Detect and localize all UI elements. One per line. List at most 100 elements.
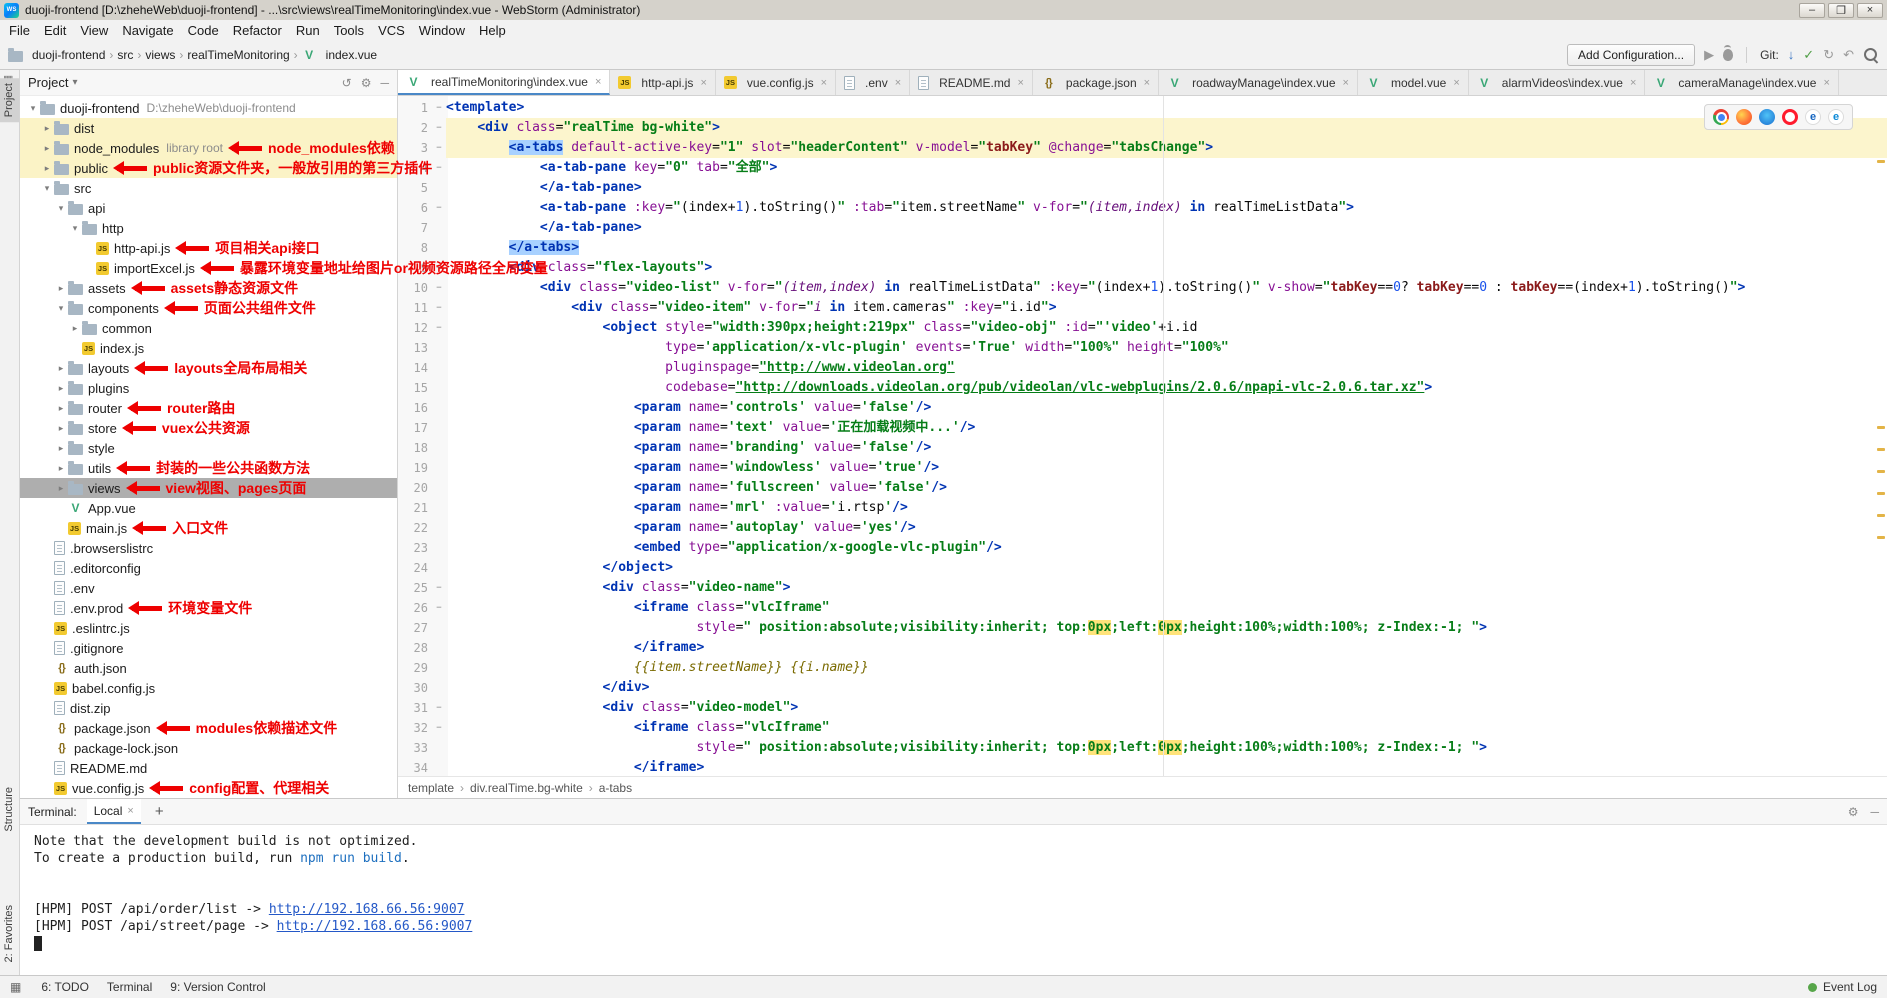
- fold-marker-icon[interactable]: −: [432, 318, 446, 338]
- code-line-13[interactable]: 13 type='application/x-vlc-plugin' event…: [398, 338, 1887, 358]
- close-icon[interactable]: ×: [895, 77, 901, 89]
- maximize-button[interactable]: ❐: [1828, 3, 1854, 18]
- menu-edit[interactable]: Edit: [37, 22, 73, 39]
- chevron-right-icon[interactable]: ▸: [54, 383, 68, 394]
- close-icon[interactable]: ×: [1453, 77, 1459, 89]
- tree-row-store[interactable]: ▸storevuex公共资源: [20, 418, 397, 438]
- tree-row-auth.json[interactable]: {}auth.json: [20, 658, 397, 678]
- chevron-right-icon[interactable]: ▸: [68, 323, 82, 334]
- close-icon[interactable]: ×: [821, 77, 827, 89]
- code-line-2[interactable]: 2− <div class="realTime bg-white">: [398, 118, 1887, 138]
- terminal-link[interactable]: http://192.168.66.56:9007: [277, 919, 473, 934]
- code-line-6[interactable]: 6− <a-tab-pane :key="(index+1).toString(…: [398, 198, 1887, 218]
- chevron-down-icon[interactable]: ▾: [68, 223, 82, 234]
- menu-view[interactable]: View: [73, 22, 115, 39]
- code-line-15[interactable]: 15 codebase="http://downloads.videolan.o…: [398, 378, 1887, 398]
- breadcrumb-item-duoji-frontend[interactable]: duoji-frontend: [8, 48, 105, 62]
- menu-navigate[interactable]: Navigate: [115, 22, 180, 39]
- tree-row-views[interactable]: ▸viewsview视图、pages页面: [20, 478, 397, 498]
- debug-icon[interactable]: [1723, 49, 1733, 61]
- menu-code[interactable]: Code: [181, 22, 226, 39]
- code-line-18[interactable]: 18 <param name='branding' value='false'/…: [398, 438, 1887, 458]
- search-icon[interactable]: [1863, 47, 1879, 63]
- code-line-23[interactable]: 23 <embed type="application/x-google-vlc…: [398, 538, 1887, 558]
- chevron-right-icon[interactable]: ▸: [40, 163, 54, 174]
- code-line-10[interactable]: 10− <div class="video-list" v-for="(item…: [398, 278, 1887, 298]
- editor-tab-alarmVideos-index.vue[interactable]: ValarmVideos\index.vue×: [1469, 70, 1646, 95]
- close-icon[interactable]: ×: [1823, 77, 1829, 89]
- fold-marker-icon[interactable]: −: [432, 298, 446, 318]
- tool-window-button-Project[interactable]: Project: [0, 78, 19, 122]
- tree-row-index.js[interactable]: JSindex.js: [20, 338, 397, 358]
- tree-row-main.js[interactable]: JSmain.js入口文件: [20, 518, 397, 538]
- close-icon[interactable]: ×: [700, 77, 706, 89]
- editor-tab-http-api.js[interactable]: JShttp-api.js×: [610, 70, 715, 95]
- chevron-right-icon[interactable]: ▸: [54, 443, 68, 454]
- editor-tab-roadwayManage-index.vue[interactable]: VroadwayManage\index.vue×: [1159, 70, 1358, 95]
- menu-window[interactable]: Window: [412, 22, 472, 39]
- tree-row-src[interactable]: ▾src: [20, 178, 397, 198]
- tree-row-.eslintrc.js[interactable]: JS.eslintrc.js: [20, 618, 397, 638]
- chevron-down-icon[interactable]: ▾: [54, 303, 68, 314]
- terminal-tab-local[interactable]: Local ×: [87, 799, 141, 824]
- code-line-26[interactable]: 26− <iframe class="vlcIframe": [398, 598, 1887, 618]
- code-line-8[interactable]: 8 </a-tabs>: [398, 238, 1887, 258]
- fold-marker-icon[interactable]: −: [432, 98, 446, 118]
- chevron-down-icon[interactable]: ▾: [72, 77, 77, 88]
- tree-row-package-lock.json[interactable]: {}package-lock.json: [20, 738, 397, 758]
- chevron-down-icon[interactable]: ▾: [26, 103, 40, 114]
- menu-help[interactable]: Help: [472, 22, 513, 39]
- chevron-right-icon[interactable]: ▸: [54, 283, 68, 294]
- tool-window-button-2-Favorites[interactable]: 2: Favorites: [0, 900, 19, 967]
- code-line-21[interactable]: 21 <param name='mrl' :value='i.rtsp'/>: [398, 498, 1887, 518]
- tree-row-babel.config.js[interactable]: JSbabel.config.js: [20, 678, 397, 698]
- ie-icon[interactable]: e: [1805, 109, 1821, 125]
- chevron-right-icon[interactable]: ▸: [54, 403, 68, 414]
- tree-row-utils[interactable]: ▸utils封装的一些公共函数方法: [20, 458, 397, 478]
- fold-marker-icon[interactable]: −: [432, 138, 446, 158]
- menu-tools[interactable]: Tools: [327, 22, 371, 39]
- code-line-3[interactable]: 3− <a-tabs default-active-key="1" slot="…: [398, 138, 1887, 158]
- new-terminal-button[interactable]: +: [151, 803, 168, 820]
- code-line-27[interactable]: 27 style=" position:absolute;visibility:…: [398, 618, 1887, 638]
- code-line-14[interactable]: 14 pluginspage="http://www.videolan.org": [398, 358, 1887, 378]
- minimize-button[interactable]: –: [1799, 3, 1825, 18]
- edge-icon[interactable]: e: [1828, 109, 1844, 125]
- fold-marker-icon[interactable]: −: [432, 278, 446, 298]
- editor-tab-realTimeMonitoring-index.vue[interactable]: VrealTimeMonitoring\index.vue×: [398, 70, 610, 95]
- code-line-25[interactable]: 25− <div class="video-name">: [398, 578, 1887, 598]
- code-line-31[interactable]: 31− <div class="video-model">: [398, 698, 1887, 718]
- chevron-right-icon[interactable]: ▸: [40, 143, 54, 154]
- error-stripe[interactable]: [1875, 96, 1887, 776]
- code-line-1[interactable]: 1−<template>: [398, 98, 1887, 118]
- terminal-output[interactable]: Note that the development build is not o…: [20, 825, 1887, 975]
- settings-icon[interactable]: ⚙: [361, 76, 372, 90]
- code-line-17[interactable]: 17 <param name='text' value='正在加载视频中...'…: [398, 418, 1887, 438]
- close-icon[interactable]: ×: [1630, 77, 1636, 89]
- tree-row-.gitignore[interactable]: .gitignore: [20, 638, 397, 658]
- chevron-right-icon[interactable]: ▸: [54, 483, 68, 494]
- code-line-22[interactable]: 22 <param name='autoplay' value='yes'/>: [398, 518, 1887, 538]
- tree-row-.env[interactable]: .env: [20, 578, 397, 598]
- tree-row-.browserslistrc[interactable]: .browserslistrc: [20, 538, 397, 558]
- close-icon[interactable]: ×: [1343, 77, 1349, 89]
- menu-file[interactable]: File: [2, 22, 37, 39]
- tree-row-node_modules[interactable]: ▸node_moduleslibrary rootnode_modules依赖: [20, 138, 397, 158]
- tree-row-.editorconfig[interactable]: .editorconfig: [20, 558, 397, 578]
- editor-tab-model.vue[interactable]: Vmodel.vue×: [1358, 70, 1469, 95]
- code-line-9[interactable]: 9− <div class="flex-layouts">: [398, 258, 1887, 278]
- editor-tab-vue.config.js[interactable]: JSvue.config.js×: [716, 70, 836, 95]
- run-icon[interactable]: ▶: [1704, 48, 1714, 61]
- tree-row-plugins[interactable]: ▸plugins: [20, 378, 397, 398]
- breadcrumb-item-div.realTime.bg-white[interactable]: div.realTime.bg-white: [470, 781, 583, 795]
- code-line-29[interactable]: 29 {{item.streetName}} {{i.name}}: [398, 658, 1887, 678]
- code-line-20[interactable]: 20 <param name='fullscreen' value='false…: [398, 478, 1887, 498]
- tree-row-assets[interactable]: ▸assetsassets静态资源文件: [20, 278, 397, 298]
- chevron-down-icon[interactable]: ▾: [40, 183, 54, 194]
- hide-panel-icon[interactable]: ─: [380, 76, 389, 90]
- breadcrumb-item-index.vue[interactable]: Vindex.vue: [302, 48, 377, 62]
- tree-row-components[interactable]: ▾components页面公共组件文件: [20, 298, 397, 318]
- breadcrumb-item-a-tabs[interactable]: a-tabs: [599, 781, 632, 795]
- tree-row-public[interactable]: ▸publicpublic资源文件夹，一般放引用的第三方插件: [20, 158, 397, 178]
- terminal-settings-icon[interactable]: ⚙: [1848, 805, 1859, 819]
